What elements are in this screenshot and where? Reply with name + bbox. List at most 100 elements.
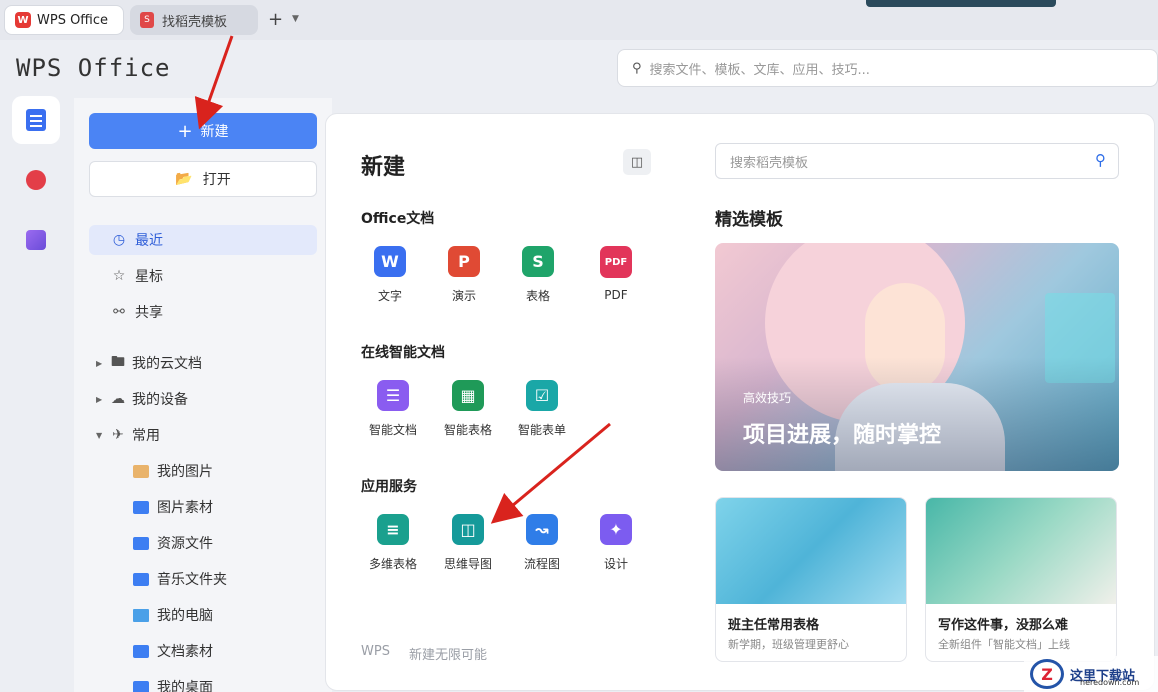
new-button[interactable]: + 新建	[89, 113, 317, 149]
app-smart-form[interactable]: ☑ 智能表单	[508, 374, 576, 438]
app-spreadsheet[interactable]: S 表格	[504, 240, 572, 304]
common-item-doc-assets[interactable]: 文档素材	[133, 638, 213, 664]
collapse-arrow-icon[interactable]: ▼	[96, 431, 110, 440]
common-item-my-computer[interactable]: 我的电脑	[133, 602, 213, 628]
smart-sheet-icon: ▦	[452, 380, 484, 411]
sidebar-item-shared[interactable]: ⚯ 共享	[89, 297, 317, 327]
common-item-label: 音乐文件夹	[157, 572, 227, 588]
template-search-input[interactable]: 搜索稻壳模板 ⚲	[715, 143, 1119, 179]
common-item-label: 我的图片	[157, 464, 213, 480]
search-icon: ⚲	[632, 60, 642, 76]
top-banner	[866, 0, 1056, 7]
section-office-docs: Office文档	[361, 211, 435, 227]
watermark-url: heredown.com	[1080, 678, 1140, 687]
app-flowchart[interactable]: ↝ 流程图	[508, 508, 576, 572]
pin-icon: ✈	[112, 427, 124, 443]
common-item-label: 我的电脑	[157, 608, 213, 624]
plus-icon: +	[177, 120, 193, 142]
rail-documents-button[interactable]	[12, 96, 60, 144]
watermark-logo-icon: Z	[1030, 659, 1064, 689]
app-presentation[interactable]: P 演示	[430, 240, 498, 304]
app-multi-table[interactable]: ≡ 多维表格	[359, 508, 427, 572]
tree-item-label: 常用	[132, 428, 160, 444]
tree-item-cloud-docs[interactable]: ▶ 🖿 我的云文档	[96, 350, 326, 376]
common-item-desktop[interactable]: 我的桌面	[133, 674, 213, 692]
expand-arrow-icon[interactable]: ▶	[96, 395, 110, 404]
app-smart-doc[interactable]: ☰ 智能文档	[359, 374, 427, 438]
template-card[interactable]: 班主任常用表格 新学期，班级管理更舒心	[715, 497, 907, 662]
app-smart-sheet[interactable]: ▦ 智能表格	[434, 374, 502, 438]
wps-logo-icon: W	[15, 12, 31, 28]
tab-wps-office[interactable]: W WPS Office	[4, 5, 124, 35]
sidebar-item-starred[interactable]: ☆ 星标	[89, 261, 317, 291]
common-item-image-assets[interactable]: 图片素材	[133, 494, 213, 520]
mind-map-icon: ◫	[452, 514, 484, 545]
writer-icon: W	[374, 246, 406, 277]
pdf-icon: PDF	[600, 246, 632, 278]
tab-templates[interactable]: S 找稻壳模板	[130, 5, 258, 35]
folder-icon	[133, 572, 149, 586]
search-icon[interactable]: ⚲	[1095, 151, 1106, 169]
rail-apps-button[interactable]	[12, 216, 60, 264]
app-label: 演示	[451, 289, 476, 303]
template-card-subtitle: 新学期，班级管理更舒心	[728, 638, 849, 651]
common-item-music[interactable]: 音乐文件夹	[133, 566, 227, 592]
layout-toggle-button[interactable]: ◫	[623, 149, 651, 175]
presentation-icon: P	[448, 246, 480, 277]
template-card-subtitle: 全新组件「智能文档」上线	[938, 638, 1070, 651]
common-item-label: 资源文件	[157, 536, 213, 552]
app-design[interactable]: ✦ 设计	[582, 508, 650, 572]
app-label: 文字	[377, 289, 402, 303]
app-mind-map[interactable]: ◫ 思维导图	[434, 508, 502, 572]
hero-tag: 高效技巧	[743, 391, 792, 405]
app-writer[interactable]: W 文字	[356, 240, 424, 304]
computer-icon	[133, 608, 149, 622]
left-rail	[0, 90, 74, 692]
open-button-label: 打开	[202, 172, 231, 188]
footer-brand: WPS	[361, 644, 390, 659]
app-label: 设计	[603, 557, 628, 571]
app-label: 智能文档	[368, 423, 417, 437]
app-label: 思维导图	[443, 557, 492, 571]
app-pdf[interactable]: PDF PDF	[582, 240, 650, 304]
hero-template-banner[interactable]: 高效技巧 项目进展，随时掌控	[715, 243, 1119, 471]
rail-docer-button[interactable]	[12, 156, 60, 204]
open-button[interactable]: 📂 打开	[89, 161, 317, 197]
panel-title: 新建	[361, 155, 406, 180]
share-icon: ⚯	[113, 304, 125, 320]
smart-form-icon: ☑	[526, 380, 558, 411]
spreadsheet-icon: S	[522, 246, 554, 277]
smart-doc-icon: ☰	[377, 380, 409, 411]
brand-logo: WPS Office	[16, 54, 171, 82]
folder-icon	[133, 500, 149, 514]
clock-icon: ◷	[112, 232, 126, 248]
new-tab-plus-icon[interactable]: +	[268, 9, 283, 30]
common-item-pictures[interactable]: 我的图片	[133, 458, 213, 484]
featured-title: 精选模板	[715, 210, 783, 230]
common-item-resources[interactable]: 资源文件	[133, 530, 213, 556]
app-label: 多维表格	[368, 557, 417, 571]
global-search-input[interactable]: ⚲ 搜索文件、模板、文库、应用、技巧...	[617, 49, 1158, 87]
template-thumbnail	[716, 498, 906, 604]
template-card-title: 班主任常用表格	[728, 618, 820, 633]
expand-arrow-icon[interactable]: ▶	[96, 359, 110, 368]
docer-logo-icon: S	[140, 12, 154, 28]
tab-label: WPS Office	[37, 12, 109, 28]
template-card[interactable]: 写作这件事，没那么难 全新组件「智能文档」上线	[925, 497, 1117, 662]
cloud-icon: ☁	[111, 391, 125, 407]
app-label: 表格	[525, 289, 550, 303]
folder-outline-icon: 🖿	[111, 354, 125, 370]
template-search-placeholder: 搜索稻壳模板	[730, 155, 809, 171]
hero-title: 项目进展，随时掌控	[743, 423, 942, 448]
app-label: 智能表格	[443, 423, 492, 437]
tree-item-common[interactable]: ▼ ✈ 常用	[96, 422, 326, 448]
app-label: 智能表单	[517, 423, 566, 437]
template-thumbnail	[926, 498, 1116, 604]
flowchart-icon: ↝	[526, 514, 558, 545]
tree-item-my-devices[interactable]: ▶ ☁ 我的设备	[96, 386, 326, 412]
apps-icon	[26, 230, 46, 250]
sidebar-layout-icon: ◫	[630, 154, 644, 170]
star-icon: ☆	[112, 268, 126, 284]
chevron-down-icon[interactable]: ▼	[292, 14, 299, 24]
sidebar-item-recent[interactable]: ◷ 最近	[89, 225, 317, 255]
